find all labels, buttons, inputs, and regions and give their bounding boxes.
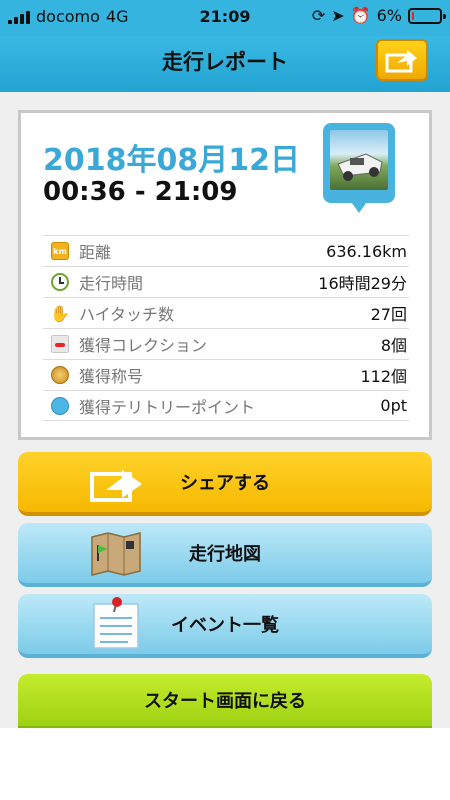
stat-value: 0pt xyxy=(380,396,407,415)
stat-row-drive-time: 走行時間 16時間29分 xyxy=(43,266,409,297)
alarm-icon: ⏰ xyxy=(350,6,371,25)
location-icon: ➤ xyxy=(331,6,345,25)
memo-pin-icon xyxy=(93,597,139,649)
stat-value: 8個 xyxy=(380,336,407,355)
share-export-button[interactable] xyxy=(376,39,428,81)
map-icon xyxy=(91,532,141,576)
vehicle-photo-thumbnail xyxy=(330,130,388,190)
hand-icon: ✋ xyxy=(50,303,70,323)
share-arrow-icon xyxy=(385,50,417,73)
stat-label: 獲得コレクション xyxy=(79,336,208,355)
back-to-start-button[interactable]: スタート画面に戻る xyxy=(18,674,432,730)
stat-value: 16時間29分 xyxy=(318,274,407,293)
medal-icon xyxy=(51,366,69,384)
drive-map-button-label: 走行地図 xyxy=(189,544,261,565)
stat-value: 27回 xyxy=(370,305,407,324)
stat-label: 獲得テリトリーポイント xyxy=(79,397,256,417)
battery-icon xyxy=(408,7,446,24)
bottom-blank-area xyxy=(0,728,450,800)
stat-row-high-touch: ✋ ハイタッチ数 27回 xyxy=(43,297,409,328)
km-icon: km xyxy=(51,242,69,260)
photo-marker-icon[interactable] xyxy=(323,123,395,215)
rotation-lock-icon: ⟳ xyxy=(311,6,326,25)
clock-icon xyxy=(51,273,69,291)
header: 走行レポート xyxy=(0,36,450,92)
stat-value: 636.16km xyxy=(326,241,407,261)
report-time-range: 00:36 - 21:09 xyxy=(43,177,238,207)
drive-map-button[interactable]: 走行地図 xyxy=(18,523,432,587)
status-right: ⟳ ➤ ⏰ 6% xyxy=(311,6,446,25)
report-card: 2018年08月12日 00:36 - 21:09 km 距離 636.16km… xyxy=(18,110,432,440)
stat-row-distance: km 距離 636.16km xyxy=(43,235,409,266)
stat-label: 獲得称号 xyxy=(79,367,144,386)
event-list-button[interactable]: イベント一覧 xyxy=(18,594,432,658)
car-icon xyxy=(51,335,69,353)
share-button-label: シェアする xyxy=(180,473,270,494)
share-button[interactable]: シェアする xyxy=(18,452,432,516)
main-content: 2018年08月12日 00:36 - 21:09 km 距離 636.16km… xyxy=(0,92,450,730)
stat-label: 走行時間 xyxy=(79,274,144,293)
marker-pin-tip xyxy=(349,199,369,213)
stat-label: ハイタッチ数 xyxy=(79,305,175,324)
stat-label: 距離 xyxy=(79,243,112,262)
back-to-start-button-label: スタート画面に戻る xyxy=(144,691,306,712)
status-bar: docomo 4G 21:09 ⟳ ➤ ⏰ 6% xyxy=(0,0,450,36)
stat-row-titles: 獲得称号 112個 xyxy=(43,359,409,390)
spot-icon xyxy=(51,396,69,415)
stat-row-collection: 獲得コレクション 8個 xyxy=(43,328,409,359)
battery-percent: 6% xyxy=(376,6,402,25)
event-list-button-label: イベント一覧 xyxy=(171,615,279,636)
photo-frame xyxy=(323,123,395,203)
stat-value: 112個 xyxy=(360,367,407,386)
report-date: 2018年08月12日 xyxy=(43,143,300,178)
stats-list: km 距離 636.16km 走行時間 16時間29分 ✋ ハイタッチ数 27回… xyxy=(43,235,409,421)
stat-row-territory-points: 獲得テリトリーポイント 0pt xyxy=(43,390,409,421)
battery-level-fill xyxy=(412,11,414,20)
share-arrow-icon xyxy=(90,470,142,502)
